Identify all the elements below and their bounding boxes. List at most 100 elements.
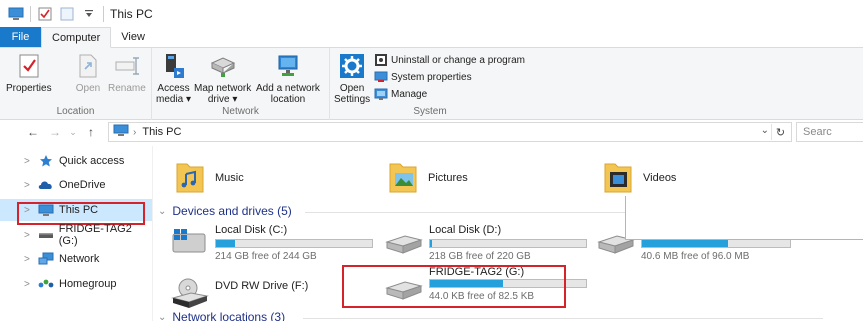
search-input[interactable]: Searc: [796, 122, 863, 142]
folder-label: Pictures: [428, 172, 468, 184]
uninstall-label: Uninstall or change a program: [391, 54, 525, 66]
expand-chevron-icon[interactable]: >: [24, 254, 38, 265]
ribbon-group-label: Network: [222, 106, 259, 117]
ribbon: Properties Open Rename Location Access m…: [0, 48, 863, 120]
drive-free-space: 218 GB free of 220 GB: [429, 251, 531, 262]
videos-folder-icon: [601, 158, 635, 199]
computer-icon: [8, 6, 24, 22]
system-properties-icon: [374, 70, 388, 84]
section-header-network[interactable]: ⌄ Network locations (3): [158, 310, 285, 321]
system-properties-button[interactable]: System properties: [374, 69, 472, 85]
drive-d[interactable]: Local Disk (D:) 218 GB free of 220 GB: [385, 224, 595, 264]
nav-item-network[interactable]: > Network: [0, 248, 152, 270]
nav-item-homegroup[interactable]: > Homegroup: [0, 273, 152, 295]
up-arrow-icon[interactable]: ↑: [82, 122, 100, 142]
back-arrow-icon[interactable]: ←: [24, 122, 42, 142]
section-title: Network locations (3): [172, 310, 286, 321]
ribbon-tabs: File Computer View: [0, 27, 863, 48]
section-header-devices[interactable]: ⌄ Devices and drives (5): [158, 204, 292, 218]
add-network-location-label: Add a network: [256, 83, 320, 94]
add-network-location-button[interactable]: Add a network location: [256, 51, 320, 105]
breadcrumb-chevron-icon[interactable]: ›: [133, 127, 136, 138]
drive-usage-bar: [215, 239, 373, 248]
refresh-icon[interactable]: ↻: [771, 124, 789, 140]
separator: [30, 5, 31, 22]
breadcrumb[interactable]: This PC: [142, 126, 181, 138]
content-pane: Music Pictures Videos ⌄ Devices and driv…: [153, 146, 863, 321]
map-network-drive-button[interactable]: Map network drive ▾: [194, 51, 251, 105]
folder-music[interactable]: Music: [173, 156, 244, 200]
drive-name: Local Disk (D:): [429, 224, 502, 236]
expand-chevron-icon[interactable]: >: [24, 279, 38, 290]
access-media-icon: [160, 51, 188, 81]
collapse-chevron-icon[interactable]: ⌄: [158, 312, 166, 321]
open-settings-label-2: Settings: [334, 94, 371, 105]
access-media-label-2: media ▾: [156, 94, 192, 105]
nav-item-fridge-tag2[interactable]: > FRIDGE-TAG2 (G:): [0, 223, 152, 247]
open-settings-button[interactable]: Open Settings: [334, 51, 370, 105]
tab-file[interactable]: File: [0, 27, 41, 47]
computer-icon: [113, 124, 129, 140]
drive-name: DVD RW Drive (F:): [215, 280, 309, 292]
manage-icon: [374, 87, 388, 101]
expand-chevron-icon[interactable]: >: [24, 230, 38, 241]
add-network-location-label-2: location: [270, 94, 306, 105]
manage-button[interactable]: Manage: [374, 86, 427, 102]
nav-item-label: Homegroup: [59, 278, 117, 290]
expand-chevron-icon[interactable]: >: [24, 180, 38, 191]
nav-item-onedrive[interactable]: > OneDrive: [0, 174, 152, 196]
folder-pictures[interactable]: Pictures: [386, 156, 468, 200]
access-media-label: Access: [157, 83, 190, 94]
access-media-button[interactable]: Access media ▾: [156, 51, 191, 105]
collapse-chevron-icon[interactable]: ⌄: [158, 206, 166, 217]
system-properties-label: System properties: [391, 71, 472, 83]
address-bar[interactable]: › This PC ⌄ ↻: [108, 122, 792, 142]
pictures-folder-icon: [386, 158, 420, 199]
nav-item-label: FRIDGE-TAG2 (G:): [58, 223, 132, 247]
usb-drive-icon: [38, 228, 54, 242]
map-network-drive-label-2: drive ▾: [207, 94, 238, 105]
nav-item-quick-access[interactable]: > Quick access: [0, 150, 152, 172]
folder-label: Videos: [643, 172, 677, 184]
forward-arrow-icon[interactable]: →: [46, 122, 64, 142]
address-dropdown-chevron-icon[interactable]: ⌄: [761, 125, 769, 136]
add-network-location-icon: [274, 51, 302, 81]
rename-button[interactable]: Rename: [108, 51, 146, 94]
separator: [103, 5, 104, 22]
uninstall-icon: [374, 53, 388, 67]
ribbon-group-network: Access media ▾ Map network drive ▾ Add a…: [152, 48, 330, 120]
highlight-box: [342, 265, 566, 308]
hard-drive-icon: [385, 228, 423, 258]
drive-usage-bar: [429, 239, 587, 248]
properties-button[interactable]: Properties: [6, 51, 52, 94]
drive-free-space: 214 GB free of 244 GB: [215, 251, 317, 262]
properties-icon: [15, 51, 43, 81]
navigation-pane: > Quick access > OneDrive > This PC > FR…: [0, 146, 152, 321]
open-button[interactable]: Open: [74, 51, 102, 94]
ribbon-group-location: Properties Open Rename Location: [0, 48, 152, 120]
expand-chevron-icon[interactable]: >: [24, 156, 38, 167]
ribbon-group-label: Location: [56, 106, 95, 117]
rename-icon: [113, 51, 141, 81]
folder-videos[interactable]: Videos: [601, 156, 676, 200]
overlay-panel: [625, 196, 863, 240]
uninstall-program-button[interactable]: Uninstall or change a program: [374, 52, 525, 68]
window-title: This PC: [110, 6, 153, 21]
rename-label: Rename: [108, 83, 146, 94]
section-divider: [303, 318, 823, 319]
drive-c[interactable]: Local Disk (C:) 214 GB free of 244 GB: [171, 224, 381, 264]
drive-free-space: 40.6 MB free of 96.0 MB: [641, 251, 750, 262]
map-network-drive-icon: [209, 51, 237, 81]
properties-quick-icon[interactable]: [37, 6, 53, 22]
customize-quick-access-icon[interactable]: [81, 6, 97, 22]
folder-label: Music: [215, 172, 244, 184]
drive-name: Local Disk (C:): [215, 224, 288, 236]
open-icon: [74, 51, 102, 81]
recent-locations-chevron-icon[interactable]: ⌄: [64, 122, 82, 142]
new-folder-quick-icon[interactable]: [59, 6, 75, 22]
drive-usage-fill: [216, 240, 235, 247]
tab-computer[interactable]: Computer: [41, 27, 112, 48]
star-icon: [38, 154, 54, 168]
properties-label: Properties: [6, 83, 52, 94]
tab-view[interactable]: View: [111, 27, 155, 47]
